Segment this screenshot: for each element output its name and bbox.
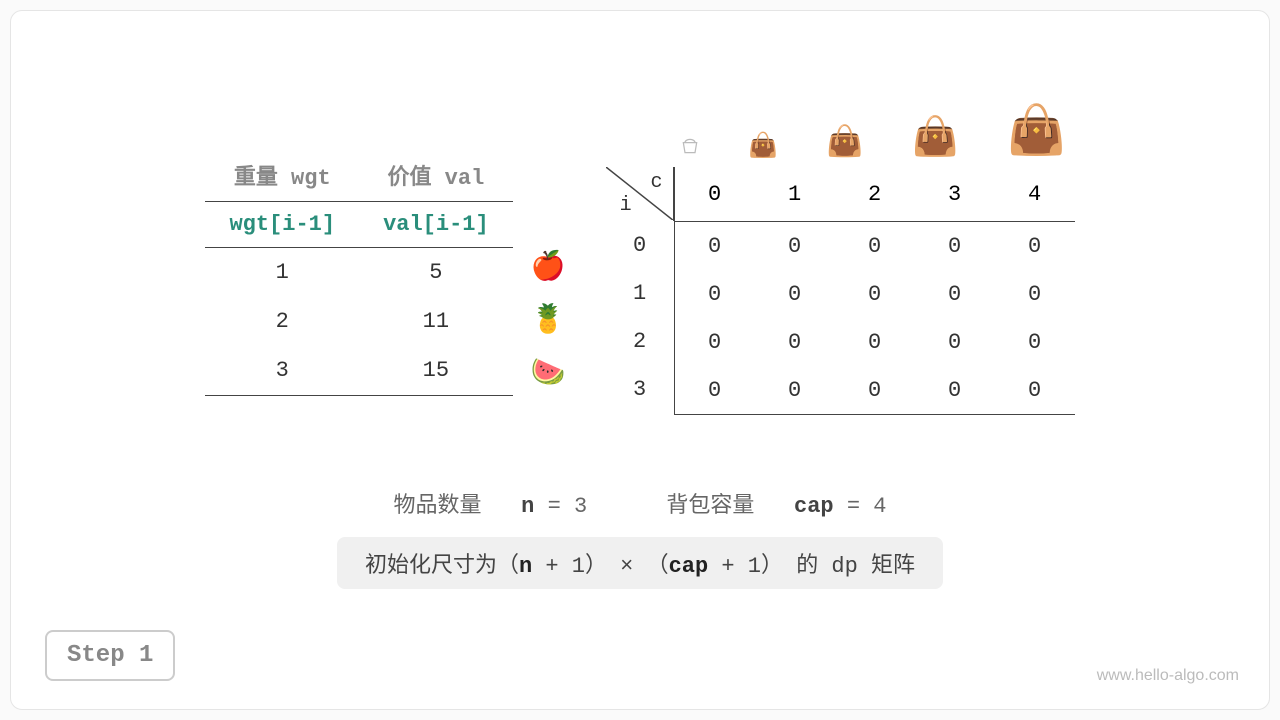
- bag-outline-icon: [680, 136, 700, 161]
- pineapple-icon: 🍍: [531, 302, 566, 337]
- params-line: 物品数量 n = 3 背包容量 cap = 4: [11, 487, 1269, 519]
- dp-row: 00000: [675, 318, 1075, 366]
- dp-cell: 0: [995, 270, 1075, 318]
- fruit-column: 🍎 🍍 🍉: [531, 249, 566, 390]
- dp-cell: 0: [755, 270, 835, 318]
- dp-cell: 0: [675, 366, 755, 414]
- site-watermark: www.hello-algo.com: [1097, 667, 1239, 685]
- items-block: 重量 wgt 价值 val wgt[i-1] val[i-1] 15 211 3…: [205, 151, 565, 415]
- dp-cell: 0: [995, 222, 1075, 270]
- dp-cell: 0: [675, 270, 755, 318]
- dp-grid: 0 1 2 3 4 00000000000000000000: [675, 167, 1075, 415]
- dp-cell: 0: [675, 222, 755, 270]
- dp-row-index: 1: [606, 269, 674, 317]
- bag-icon: 👜: [826, 124, 863, 161]
- dp-index-column: c i 0 1 2 3: [606, 167, 675, 415]
- dp-block: 👜 👜 👜 👜 c i 0 1 2 3: [606, 101, 1075, 415]
- val-subheader: val[i-1]: [359, 202, 513, 248]
- item-row: 211: [205, 297, 512, 346]
- step-badge: Step 1: [45, 630, 175, 681]
- val-header: 价值 val: [359, 151, 513, 202]
- dp-cell: 0: [835, 270, 915, 318]
- dp-row-index: 2: [606, 317, 674, 365]
- i-label: i: [620, 194, 632, 217]
- item-row: 15: [205, 248, 512, 298]
- dp-row-index: 3: [606, 365, 674, 413]
- dp-cell: 0: [755, 222, 835, 270]
- apple-icon: 🍎: [531, 249, 566, 284]
- dp-col-headers: 0 1 2 3 4: [675, 167, 1075, 222]
- wgt-header: 重量 wgt: [205, 151, 359, 202]
- item-row: 315: [205, 346, 512, 396]
- c-label: c: [651, 171, 663, 194]
- content-area: 重量 wgt 价值 val wgt[i-1] val[i-1] 15 211 3…: [11, 11, 1269, 415]
- dp-cell: 0: [915, 318, 995, 366]
- dp-cell: 0: [835, 366, 915, 414]
- init-caption: 初始化尺寸为（n + 1） × （cap + 1） 的 dp 矩阵: [337, 537, 943, 589]
- bags-row: 👜 👜 👜 👜: [606, 101, 1067, 161]
- diagram-card: 重量 wgt 价值 val wgt[i-1] val[i-1] 15 211 3…: [10, 10, 1270, 710]
- dp-row: 00000: [675, 366, 1075, 415]
- dp-cell: 0: [995, 366, 1075, 414]
- bag-icon: 👜: [1007, 101, 1067, 161]
- dp-cell: 0: [755, 366, 835, 414]
- dp-corner-cell: c i: [606, 167, 674, 221]
- dp-cell: 0: [995, 318, 1075, 366]
- bag-icon: 👜: [748, 131, 778, 161]
- dp-cell: 0: [915, 270, 995, 318]
- dp-row: 00000: [675, 222, 1075, 270]
- dp-row-index: 0: [606, 221, 674, 269]
- dp-cell: 0: [915, 222, 995, 270]
- dp-table: c i 0 1 2 3 0 1 2 3 4 00000: [606, 167, 1075, 415]
- bag-icon: 👜: [911, 115, 958, 161]
- wgt-subheader: wgt[i-1]: [205, 202, 359, 248]
- bottom-info: 物品数量 n = 3 背包容量 cap = 4 初始化尺寸为（n + 1） × …: [11, 487, 1269, 589]
- items-table: 重量 wgt 价值 val wgt[i-1] val[i-1] 15 211 3…: [205, 151, 512, 396]
- dp-cell: 0: [835, 318, 915, 366]
- dp-cell: 0: [835, 222, 915, 270]
- dp-cell: 0: [915, 366, 995, 414]
- dp-row: 00000: [675, 270, 1075, 318]
- dp-cell: 0: [755, 318, 835, 366]
- watermelon-icon: 🍉: [531, 355, 566, 390]
- dp-cell: 0: [675, 318, 755, 366]
